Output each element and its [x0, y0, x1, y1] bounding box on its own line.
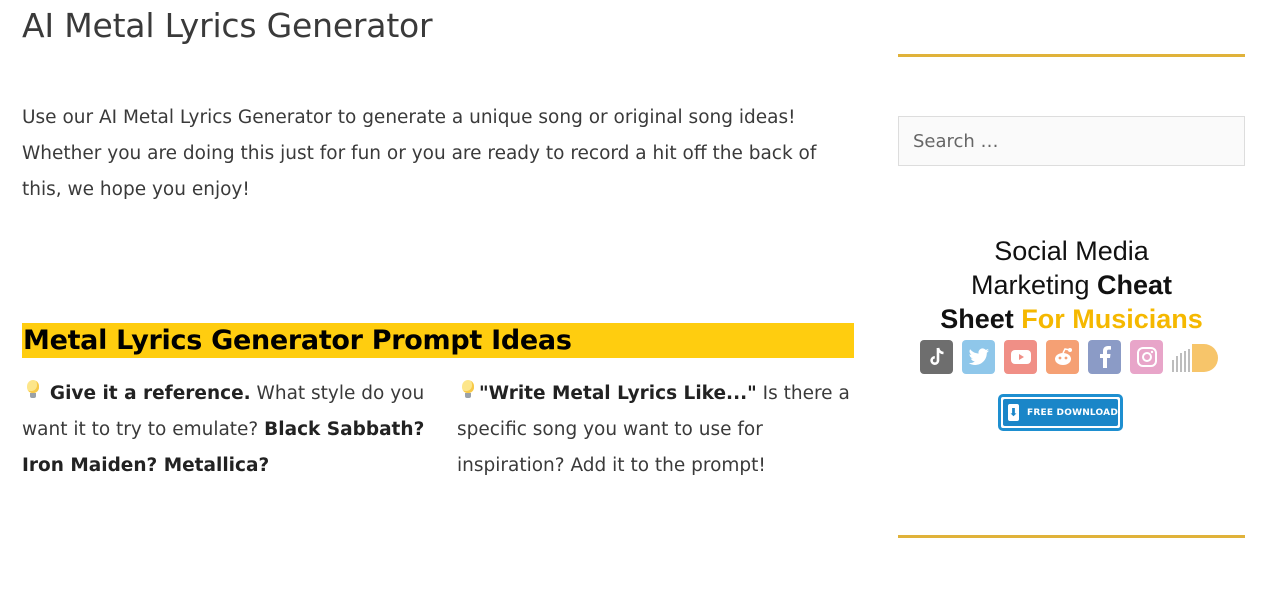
download-icon: ⬇ — [1008, 404, 1020, 421]
instagram-icon — [1130, 340, 1163, 374]
sidebar-divider — [898, 535, 1245, 538]
sidebar-divider — [898, 54, 1245, 57]
promo-title-line: Social Media — [994, 236, 1149, 266]
free-download-button-body: ⬇ FREE DOWNLOAD — [1003, 399, 1118, 426]
lightbulb-icon — [457, 379, 479, 401]
promo-banner[interactable]: Social Media Marketing Cheat Sheet For M… — [898, 234, 1245, 431]
tip-lead: Give it a reference. — [49, 383, 251, 404]
search-input[interactable] — [898, 116, 1245, 166]
tip-write-like: "Write Metal Lyrics Like..." Is there a … — [457, 376, 857, 484]
promo-text: Marketing — [970, 270, 1098, 300]
facebook-icon — [1088, 340, 1121, 374]
free-download-button[interactable]: ⬇ FREE DOWNLOAD — [998, 394, 1123, 431]
page: AI Metal Lyrics Generator Use our AI Met… — [0, 0, 1266, 591]
prompt-ideas-heading: Metal Lyrics Generator Prompt Ideas — [22, 323, 854, 358]
promo-title-line: Marketing Cheat — [898, 268, 1245, 302]
promo-text-gold: For Musicians — [1021, 304, 1203, 334]
lightbulb-icon — [22, 379, 44, 401]
promo-text-bold: Cheat — [1097, 270, 1173, 300]
page-title: AI Metal Lyrics Generator — [22, 6, 433, 45]
promo-title-line: Sheet For Musicians — [898, 302, 1245, 336]
tiktok-icon — [920, 340, 953, 374]
twitter-icon — [962, 340, 995, 374]
tip-reference: Give it a reference. What style do you w… — [22, 376, 432, 484]
promo-text-bold: Sheet — [940, 304, 1022, 334]
youtube-icon — [1004, 340, 1037, 374]
free-download-label: FREE DOWNLOAD — [1027, 407, 1118, 418]
reddit-icon — [1046, 340, 1079, 374]
intro-paragraph: Use our AI Metal Lyrics Generator to gen… — [22, 107, 817, 200]
sidebar: Social Media Marketing Cheat Sheet For M… — [898, 0, 1245, 591]
social-icons-row — [920, 340, 1224, 376]
tip-lead: "Write Metal Lyrics Like..." — [479, 383, 757, 404]
soundcloud-icon — [1170, 340, 1224, 374]
